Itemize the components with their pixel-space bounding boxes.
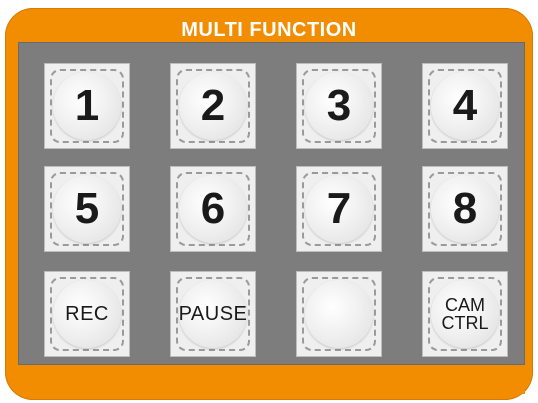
- key-8-button[interactable]: 8: [422, 166, 508, 252]
- key-2-button[interactable]: 2: [170, 63, 256, 149]
- cam-ctrl-button[interactable]: CAM CTRL: [422, 271, 508, 357]
- rec-button[interactable]: REC: [44, 271, 130, 357]
- bottom-bar: [18, 368, 525, 394]
- key-3-label: 3: [326, 81, 352, 130]
- key-1-label: 1: [74, 81, 100, 130]
- pause-label: PAUSE: [178, 302, 248, 325]
- key-2-label: 2: [200, 81, 226, 130]
- key-1-button[interactable]: 1: [44, 63, 130, 149]
- panel-title: MULTI FUNCTION: [181, 19, 357, 41]
- key-grid: 1 2 3 4 5 6 7 8 REC PAUSE CAM CTRL: [18, 42, 525, 365]
- blank-label: [297, 272, 381, 356]
- key-6-label: 6: [200, 184, 226, 233]
- key-4-label: 4: [452, 81, 478, 130]
- blank-button[interactable]: [296, 271, 382, 357]
- cam-ctrl-label: CAM CTRL: [441, 295, 489, 333]
- pause-button[interactable]: PAUSE: [170, 271, 256, 357]
- key-7-button[interactable]: 7: [296, 166, 382, 252]
- key-4-button[interactable]: 4: [422, 63, 508, 149]
- key-8-label: 8: [452, 184, 478, 233]
- key-5-button[interactable]: 5: [44, 166, 130, 252]
- key-5-label: 5: [74, 184, 100, 233]
- rec-label: REC: [65, 302, 109, 325]
- key-3-button[interactable]: 3: [296, 63, 382, 149]
- key-7-label: 7: [326, 184, 352, 233]
- multi-function-panel: MULTI FUNCTION 1 2 3 4 5 6 7 8 REC PAUSE…: [5, 8, 533, 400]
- key-6-button[interactable]: 6: [170, 166, 256, 252]
